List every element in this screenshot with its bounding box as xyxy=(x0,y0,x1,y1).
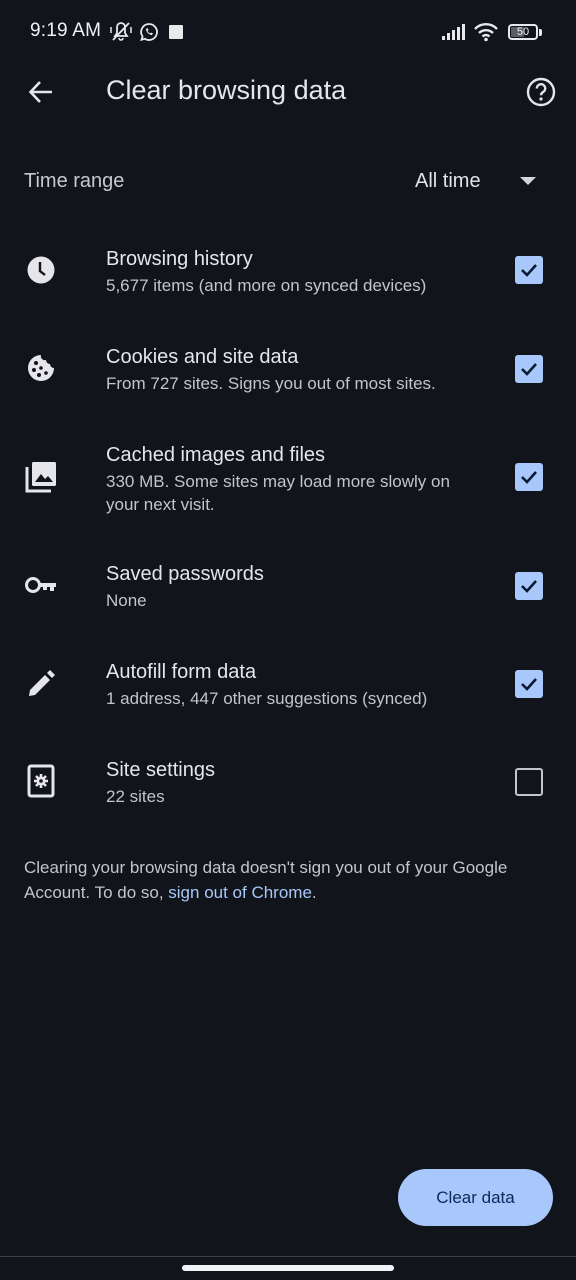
status-time: 9:19 AM xyxy=(30,20,102,41)
vibrate-off-icon xyxy=(108,20,134,44)
time-range-value: All time xyxy=(415,170,481,192)
battery-icon: 50 xyxy=(506,20,544,44)
item-title: Cookies and site data xyxy=(106,346,299,368)
bottom-divider xyxy=(0,1256,576,1257)
page-title: Clear browsing data xyxy=(106,75,347,105)
list-item-cookies[interactable]: Cookies and site data From 727 sites. Si… xyxy=(0,338,576,408)
list-item-autofill[interactable]: Autofill form data 1 address, 447 other … xyxy=(0,653,576,723)
sign-out-link[interactable]: sign out of Chrome xyxy=(168,883,312,902)
list-item-cached-images[interactable]: Cached images and files 330 MB. Some sit… xyxy=(0,436,576,518)
list-item-saved-passwords[interactable]: Saved passwords None xyxy=(0,555,576,625)
check-icon xyxy=(521,471,537,484)
battery-level: 50 xyxy=(516,25,530,38)
pencil-icon xyxy=(22,665,60,703)
list-item-site-settings[interactable]: Site settings 22 sites xyxy=(0,751,576,821)
cookie-icon xyxy=(22,349,60,387)
key-icon xyxy=(22,566,60,604)
cellular-signal-icon xyxy=(440,20,468,44)
item-subtitle: None xyxy=(106,591,147,610)
app-bar: Clear browsing data xyxy=(0,64,576,120)
checkbox-site-settings[interactable] xyxy=(515,768,543,796)
time-range-label: Time range xyxy=(24,170,125,192)
item-title: Browsing history xyxy=(106,248,253,270)
item-subtitle: 22 sites xyxy=(106,787,165,806)
back-button[interactable] xyxy=(20,72,62,112)
screen: 9:19 AM 50 Clear browsing data Time rang… xyxy=(0,0,576,1280)
item-title: Autofill form data xyxy=(106,661,257,683)
checkbox-browsing-history[interactable] xyxy=(515,256,543,284)
checkbox-saved-passwords[interactable] xyxy=(515,572,543,600)
wifi-icon xyxy=(472,20,500,44)
item-subtitle: From 727 sites. Signs you out of most si… xyxy=(106,374,436,393)
check-icon xyxy=(521,580,537,593)
checkbox-cached-images[interactable] xyxy=(515,463,543,491)
checkbox-autofill[interactable] xyxy=(515,670,543,698)
item-title: Saved passwords xyxy=(106,563,264,585)
item-subtitle: 5,677 items (and more on synced devices) xyxy=(106,276,427,295)
footer-note-suffix: . xyxy=(311,883,317,902)
check-icon xyxy=(521,363,537,376)
list-item-browsing-history[interactable]: Browsing history 5,677 items (and more o… xyxy=(0,240,576,310)
images-icon xyxy=(22,458,60,496)
item-subtitle: 330 MB. Some sites may load more slowly … xyxy=(106,472,450,514)
item-subtitle: 1 address, 447 other suggestions (synced… xyxy=(106,689,428,708)
arrow-back-icon xyxy=(28,81,52,103)
dropdown-arrow-icon xyxy=(520,177,536,185)
time-range-dropdown[interactable]: Time range All time xyxy=(0,155,576,209)
item-title: Cached images and files xyxy=(106,444,326,466)
whatsapp-icon xyxy=(138,20,160,44)
site-settings-icon xyxy=(22,762,60,800)
square-notification-icon xyxy=(168,20,184,44)
check-icon xyxy=(521,678,537,691)
checkbox-cookies[interactable] xyxy=(515,355,543,383)
clear-data-button[interactable]: Clear data xyxy=(398,1169,553,1226)
check-icon xyxy=(521,264,537,277)
status-bar: 9:19 AM 50 xyxy=(0,0,576,64)
footer-note: Clearing your browsing data doesn't sign… xyxy=(24,855,544,905)
item-title: Site settings xyxy=(106,759,215,781)
home-indicator[interactable] xyxy=(182,1265,394,1271)
help-button[interactable] xyxy=(520,72,562,112)
help-circle-icon xyxy=(526,77,556,107)
clock-icon xyxy=(22,251,60,289)
